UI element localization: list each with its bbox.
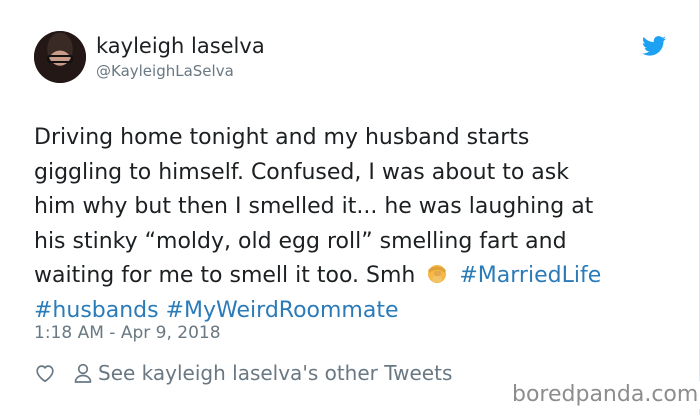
twitter-bird-icon[interactable]: [642, 36, 666, 56]
tweet-timestamp[interactable]: 1:18 AM - Apr 9, 2018: [34, 322, 221, 344]
other-tweets-link[interactable]: See kayleigh laselva's other Tweets: [98, 360, 452, 386]
tweet-line-2: giggling to himself. Confused, I was abo…: [34, 159, 569, 185]
tweet-line-3: him why but then I smelled it... he was …: [34, 194, 594, 219]
hashtag-myweirdroommate[interactable]: #MyWeirdRoommate: [166, 298, 399, 323]
tweet-text: Driving home tonight and my husband star…: [34, 121, 674, 328]
woman-facepalming-emoji: [428, 265, 447, 283]
tweet-actions: See kayleigh laselva's other Tweets: [34, 360, 452, 386]
tweet-line-5: waiting for me to smell it too. Smh: [34, 263, 423, 288]
avatar[interactable]: [34, 31, 86, 83]
tweet-line-1: Driving home tonight and my husband star…: [34, 125, 530, 150]
author-handle[interactable]: @KayleighLaSelva: [96, 62, 234, 80]
tweet-card: kayleigh laselva @KayleighLaSelva Drivin…: [0, 0, 700, 415]
heart-icon[interactable]: [34, 362, 56, 384]
hashtag-marriedlife[interactable]: #MarriedLife: [459, 263, 601, 288]
hashtag-husbands[interactable]: #husbands: [34, 298, 159, 323]
person-icon: [74, 363, 92, 383]
tweet-line-4: his stinky “moldy, old egg roll” smellin…: [34, 228, 567, 254]
author-name[interactable]: kayleigh laselva: [96, 33, 265, 59]
watermark: boredpanda.com: [508, 381, 700, 409]
